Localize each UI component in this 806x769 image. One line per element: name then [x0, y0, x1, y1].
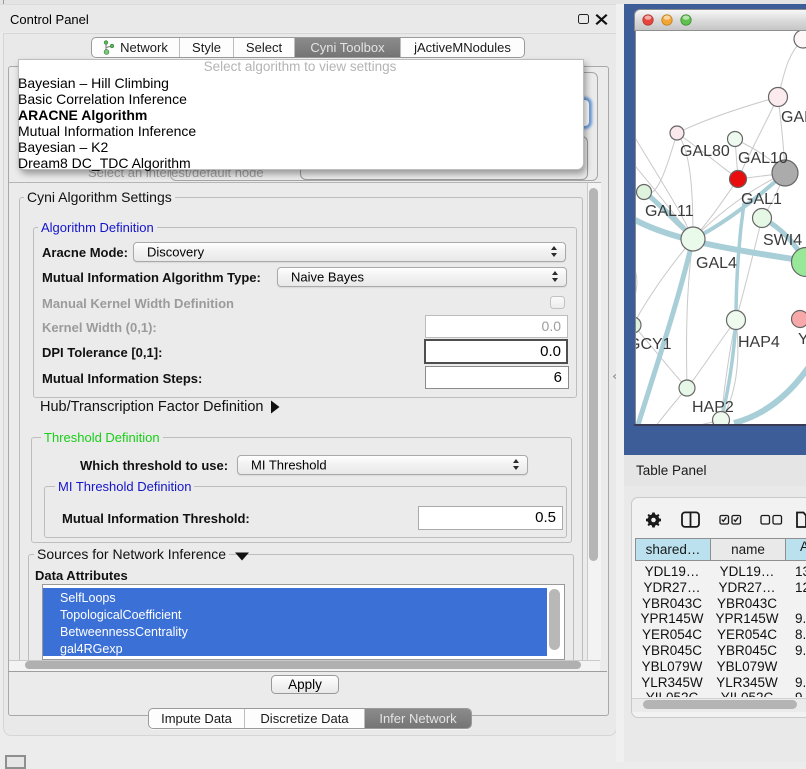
svg-text:GAL1: GAL1 — [741, 191, 782, 208]
svg-text:Y: Y — [798, 331, 806, 348]
svg-text:SWI4: SWI4 — [763, 232, 802, 249]
svg-text:GAL4: GAL4 — [696, 255, 737, 272]
svg-text:HAP4: HAP4 — [738, 334, 780, 351]
svg-text:GAL80: GAL80 — [680, 143, 730, 160]
svg-text:GCY1: GCY1 — [636, 336, 672, 353]
svg-text:GAL11: GAL11 — [645, 203, 694, 220]
svg-text:HAP2: HAP2 — [692, 399, 734, 416]
svg-text:GAL7: GAL7 — [781, 109, 806, 126]
svg-text:GAL10: GAL10 — [738, 150, 788, 167]
